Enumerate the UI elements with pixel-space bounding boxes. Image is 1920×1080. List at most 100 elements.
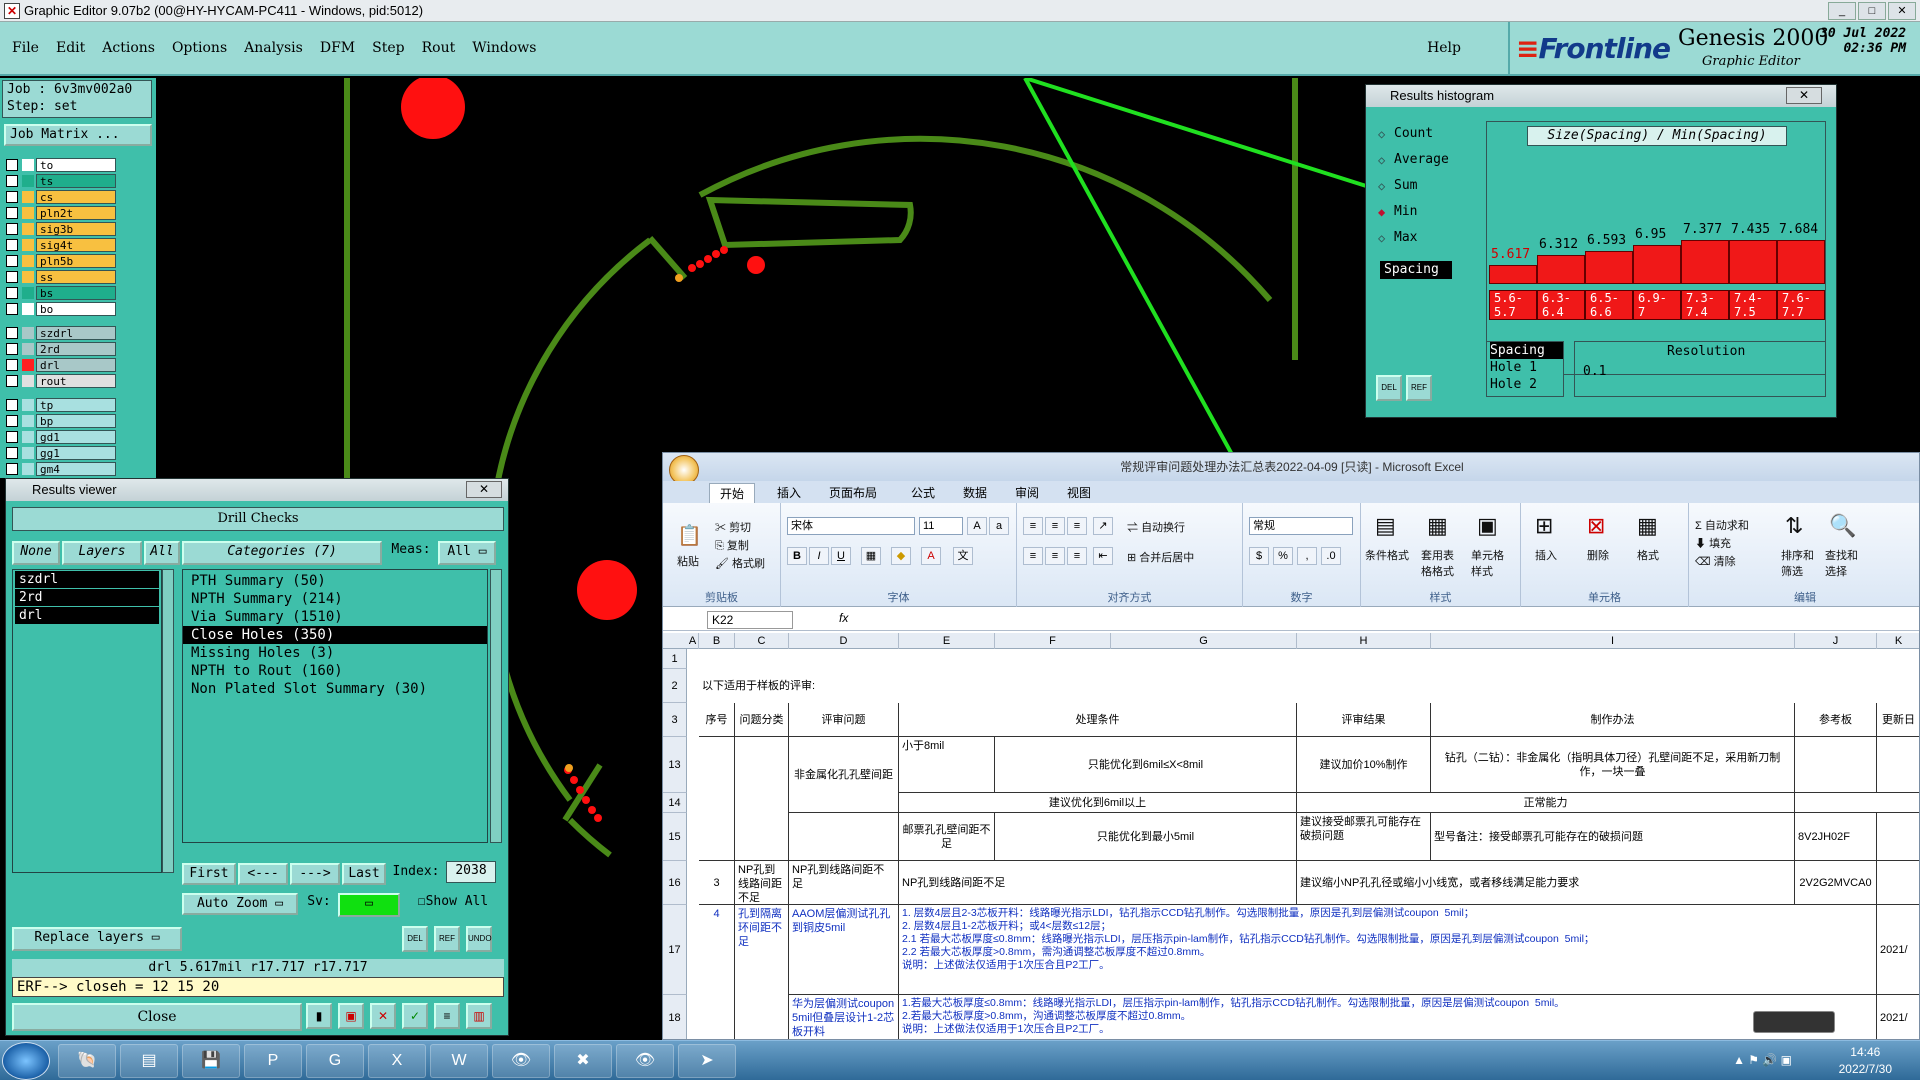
prev-button[interactable]: <--- [238, 863, 288, 885]
taskbar-app-icon[interactable]: X [368, 1044, 426, 1078]
decrease-indent-icon[interactable]: ⇤ [1093, 547, 1113, 565]
cell[interactable]: 钻孔（二钻）：非金属化（指明具体刀径）孔壁间距不足，采用新刀制作，一块一叠 [1431, 737, 1795, 793]
check-icon[interactable]: ✓ [402, 1003, 428, 1029]
category-item[interactable]: PTH Summary (50) [183, 572, 487, 590]
paste-button[interactable]: 粘贴 [677, 553, 699, 569]
layer-row-szdrl[interactable]: szdrl [6, 325, 116, 340]
row-header[interactable]: 13 [663, 737, 687, 793]
taskbar-app-icon[interactable]: ▤ [120, 1044, 178, 1078]
comma-icon[interactable]: , [1297, 547, 1317, 565]
category-item[interactable]: Via Summary (1510) [183, 608, 487, 626]
next-button[interactable]: ---> [290, 863, 340, 885]
conditional-format-icon[interactable]: ▤ [1375, 513, 1396, 539]
option-count[interactable]: Count [1378, 121, 1480, 147]
histogram-bin[interactable]: 5.6- 5.7 [1489, 290, 1537, 320]
copy-button[interactable]: ⎘ 复制 [715, 537, 749, 553]
taskbar-app-icon[interactable]: G [306, 1044, 364, 1078]
cell[interactable]: 只能优化到最小5mil [995, 813, 1297, 861]
paste-icon[interactable]: 📋 [677, 523, 702, 548]
orientation-icon[interactable]: ↗ [1093, 517, 1113, 535]
column-header[interactable]: C [735, 633, 789, 649]
del-button[interactable]: DEL [402, 926, 428, 952]
categories-button[interactable]: Categories (7) [182, 541, 382, 565]
tab-data[interactable]: 数据 [953, 483, 997, 503]
layer-checkbox[interactable] [6, 174, 18, 187]
cell[interactable]: NP孔到线路间距不足 [899, 861, 1297, 905]
cell[interactable] [1877, 813, 1919, 861]
font-name-select[interactable]: 宋体 [787, 517, 915, 535]
layer-row-to[interactable]: to [6, 157, 116, 172]
layer-checkbox[interactable] [6, 222, 18, 235]
cell[interactable] [789, 813, 899, 861]
layer-name[interactable]: ts [36, 173, 116, 188]
resolution-value[interactable]: 0.1 [1583, 364, 1606, 379]
cell[interactable]: 2V2G2MVCA0 [1795, 861, 1877, 905]
taskbar-app-icon[interactable]: 🐚 [58, 1044, 116, 1078]
layer-checkbox[interactable] [6, 342, 18, 355]
index-input[interactable]: 2038 [446, 861, 496, 883]
layer-checkbox[interactable] [6, 190, 18, 203]
layer-row-2rd[interactable]: 2rd [6, 341, 116, 356]
table-format-button[interactable]: 套用表格格式 [1421, 547, 1461, 579]
histogram-bin[interactable]: 6.5- 6.6 [1585, 290, 1633, 320]
cell[interactable]: 只能优化到6mil≤X<8mil [995, 737, 1297, 793]
table-format-icon[interactable]: ▦ [1427, 513, 1448, 539]
cut-button[interactable]: ✂ 剪切 [715, 519, 751, 535]
cell[interactable]: 2021/ [1877, 905, 1919, 995]
layer-checkbox[interactable] [6, 398, 18, 411]
meas-select[interactable]: All ▭ [438, 541, 496, 565]
maximize-button[interactable]: □ [1858, 2, 1886, 20]
align-middle-icon[interactable]: ≡ [1045, 517, 1065, 535]
sort-filter-icon[interactable]: ⇅ [1785, 513, 1803, 539]
cell[interactable]: 邮票孔孔壁间距不足 [899, 813, 995, 861]
result-layer-item[interactable]: 2rd [15, 589, 159, 606]
insert-cells-icon[interactable]: ⊞ [1535, 513, 1553, 539]
shrink-font-icon[interactable]: a [989, 517, 1009, 535]
cell[interactable] [1877, 737, 1919, 793]
conditional-format-button[interactable]: 条件格式 [1365, 547, 1409, 563]
layer-name[interactable]: gg1 [36, 445, 116, 460]
taskbar-app-icon[interactable]: P [244, 1044, 302, 1078]
percent-icon[interactable]: % [1273, 547, 1293, 565]
delete-cells-button[interactable]: 删除 [1587, 547, 1609, 563]
histogram-bin[interactable]: 7.3- 7.4 [1681, 290, 1729, 320]
layer-row-pln2t[interactable]: pln2t [6, 205, 116, 220]
row-header[interactable]: 1 [663, 649, 687, 669]
report-icon[interactable]: ≡ [434, 1003, 460, 1029]
column-header[interactable]: D [789, 633, 899, 649]
cell[interactable]: 1. 层数4层且2-3芯板开料：线路曝光指示LDI，钻孔指示CCD钻孔制作。勾选… [899, 905, 1877, 995]
header-cell[interactable]: 制作办法 [1431, 703, 1795, 737]
cell[interactable] [1795, 793, 1919, 813]
border-icon[interactable]: ▦ [861, 547, 881, 565]
italic-icon[interactable]: I [809, 547, 829, 565]
option-min[interactable]: Min [1378, 199, 1480, 225]
category-item-selected[interactable]: Close Holes (350) [183, 626, 487, 644]
insert-cells-button[interactable]: 插入 [1535, 547, 1557, 563]
last-button[interactable]: Last [342, 863, 386, 885]
layer-name[interactable]: gd1 [36, 429, 116, 444]
taskbar-app-icon[interactable]: ✖ [554, 1044, 612, 1078]
layer-checkbox[interactable] [6, 238, 18, 251]
taskbar-app-icon[interactable]: W [430, 1044, 488, 1078]
number-format-select[interactable]: 常规 [1249, 517, 1353, 535]
find-select-icon[interactable]: 🔍 [1829, 513, 1856, 539]
cell[interactable]: 型号备注：接受邮票孔可能存在的破损问题 [1431, 813, 1795, 861]
fill-color-icon[interactable]: ◆ [891, 547, 911, 565]
cell[interactable]: 正常能力 [1297, 793, 1795, 813]
cell[interactable]: 以下适用于样板的评审: [699, 677, 999, 697]
cell[interactable]: 建议优化到6mil以上 [899, 793, 1297, 813]
layer-checkbox[interactable] [6, 302, 18, 315]
layer-name[interactable]: sig4t [36, 237, 116, 252]
all-layers-button[interactable]: All [144, 541, 180, 565]
layer-name[interactable]: bs [36, 285, 116, 300]
layer-row-bo[interactable]: bo [6, 301, 116, 316]
menu-step[interactable]: Step [372, 40, 404, 56]
layer-name[interactable]: cs [36, 189, 116, 204]
column-header[interactable]: B [699, 633, 735, 649]
cell-style-button[interactable]: 单元格样式 [1471, 547, 1511, 579]
layer-row-rout[interactable]: rout [6, 373, 116, 388]
align-bottom-icon[interactable]: ≡ [1067, 517, 1087, 535]
find-select-button[interactable]: 查找和选择 [1825, 547, 1865, 579]
layer-row-pln5b[interactable]: pln5b [6, 253, 116, 268]
cell[interactable]: NP孔到线路间距不足 [789, 861, 899, 905]
